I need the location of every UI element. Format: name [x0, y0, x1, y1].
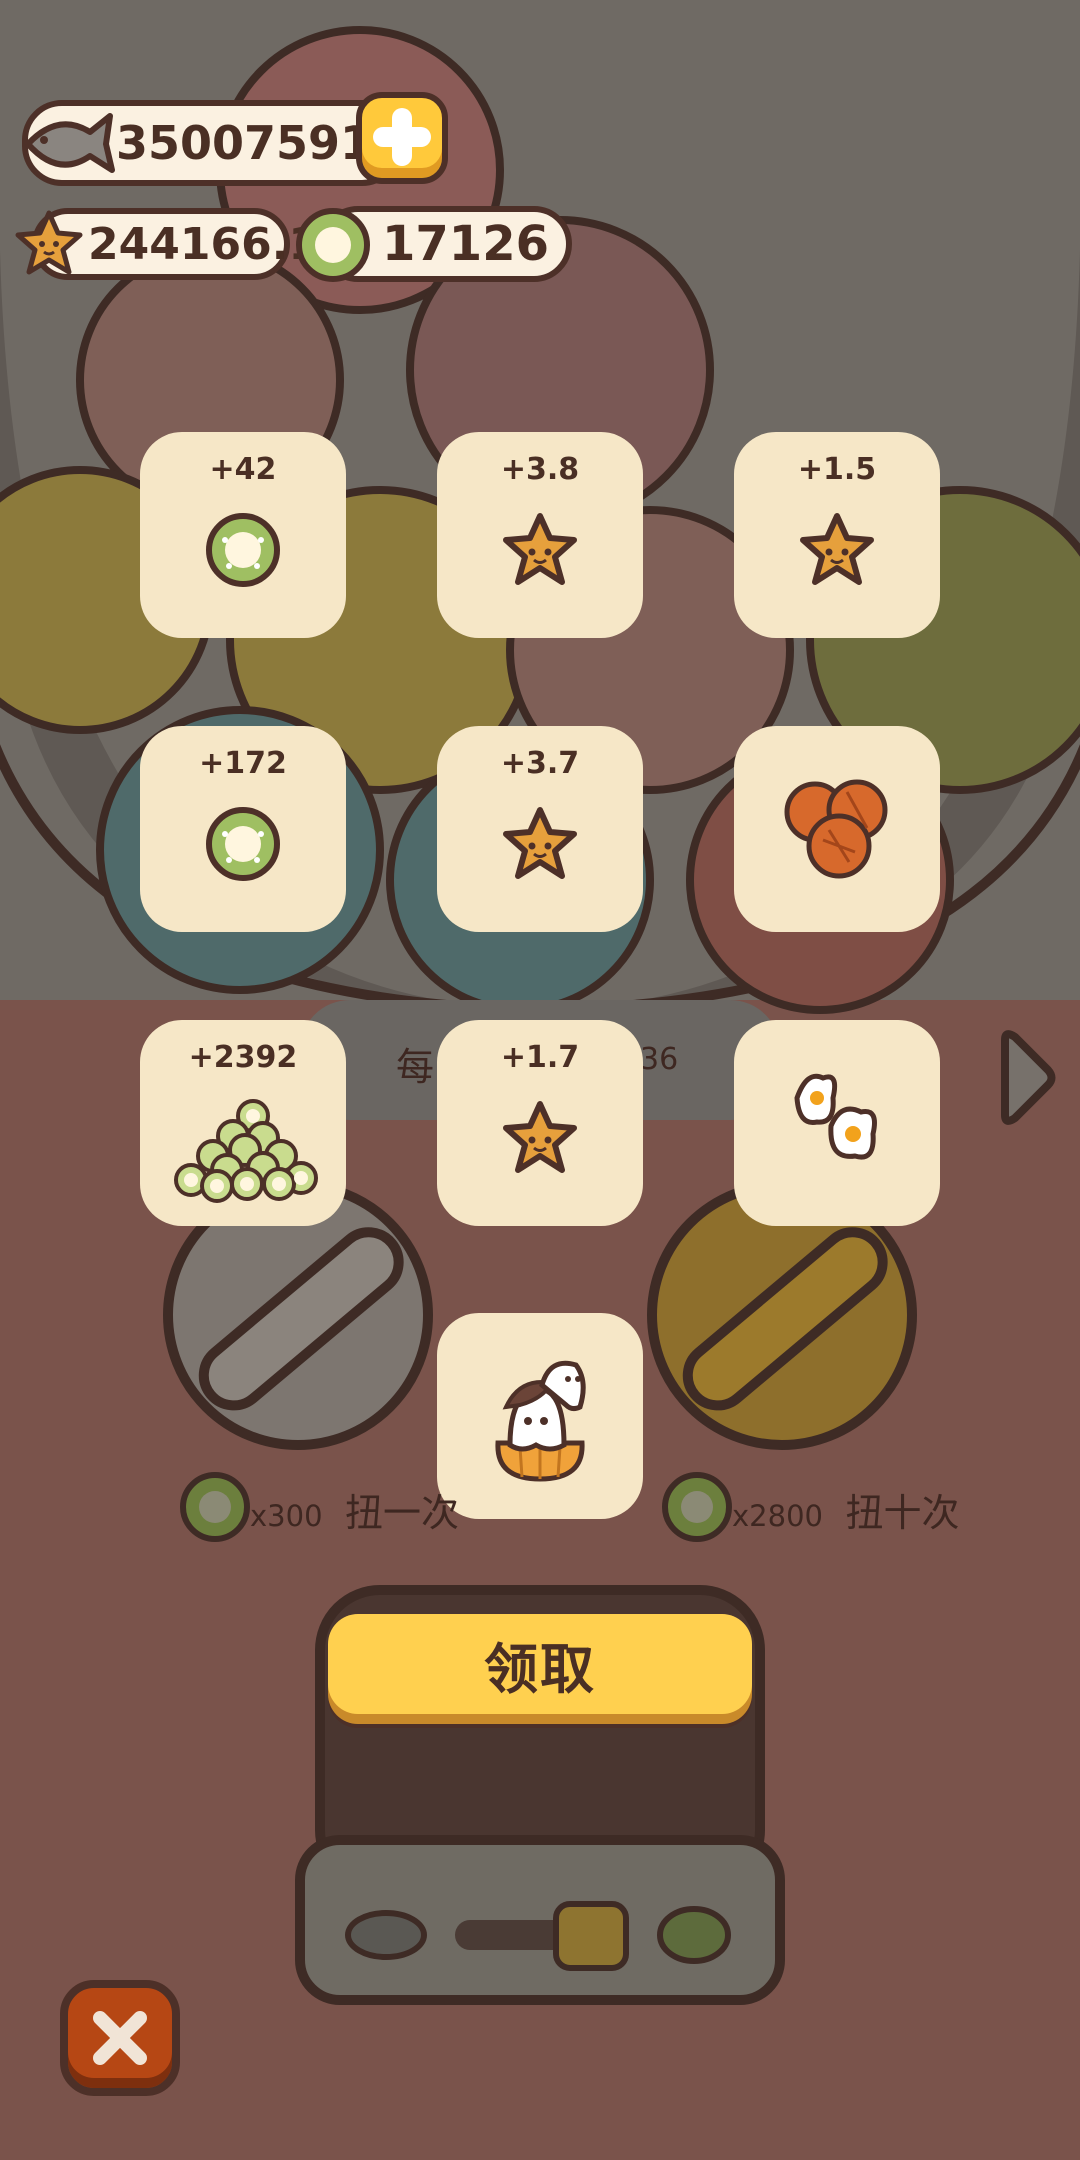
- reward-tile: +3.8: [437, 432, 643, 638]
- green-coin-icon: [203, 510, 283, 594]
- spin-once-cost: x300: [250, 1499, 323, 1533]
- green-coin-icon: [296, 208, 370, 282]
- reward-amount: +2392: [188, 1040, 298, 1075]
- reward-tile: +1.7: [437, 1020, 643, 1226]
- coin-pile-icon: [163, 1098, 323, 1212]
- reward-tile: [734, 1020, 940, 1226]
- star-icon: [797, 510, 877, 594]
- reward-tile: +3.7: [437, 726, 643, 932]
- green-coin-icon: [180, 1472, 250, 1542]
- ghost-pumpkin-icon: [480, 1349, 600, 1493]
- claim-button[interactable]: 领取: [328, 1614, 752, 1714]
- coin-amount: 17126: [382, 216, 549, 272]
- reward-tile: [734, 726, 940, 932]
- reward-amount: +42: [209, 452, 277, 487]
- plus-icon: [373, 108, 431, 166]
- reward-amount: +1.5: [797, 452, 877, 487]
- reward-tile: +172: [140, 726, 346, 932]
- close-icon: [93, 2011, 147, 2065]
- machine-info-text-right: 36: [640, 1042, 679, 1077]
- spin-once-cost-row[interactable]: x300 扭一次: [250, 1482, 459, 1537]
- reward-amount: +3.8: [500, 452, 580, 487]
- reward-tile: +42: [140, 432, 346, 638]
- star-icon: [500, 804, 580, 888]
- reward-tile: +2392: [140, 1020, 346, 1226]
- spin-ten-cost: x2800: [732, 1499, 823, 1533]
- close-button[interactable]: [60, 1980, 180, 2096]
- reward-tile: [437, 1313, 643, 1519]
- fried-eggs-icon: [777, 1062, 897, 1186]
- spin-once-label: 扭一次: [345, 1491, 460, 1535]
- add-fish-button[interactable]: [356, 92, 448, 184]
- star-icon: [500, 510, 580, 594]
- star-icon: [15, 210, 83, 275]
- reward-amount: +172: [199, 746, 287, 781]
- claim-button-label: 领取: [484, 1637, 596, 1701]
- machine-info-text-left: 每: [396, 1045, 435, 1089]
- reward-amount: +1.7: [500, 1040, 580, 1075]
- spin-ten-label: 扭十次: [845, 1491, 960, 1535]
- reward-tile: +1.5: [734, 432, 940, 638]
- star-icon: [500, 1098, 580, 1182]
- cookies-icon: [777, 770, 897, 894]
- green-coin-icon: [203, 804, 283, 888]
- reward-amount: +3.7: [500, 746, 580, 781]
- star-amount: 244166.1: [88, 218, 320, 270]
- fish-icon: [25, 113, 115, 173]
- green-coin-icon: [662, 1472, 732, 1542]
- spin-ten-cost-row[interactable]: x2800 扭十次: [732, 1482, 959, 1537]
